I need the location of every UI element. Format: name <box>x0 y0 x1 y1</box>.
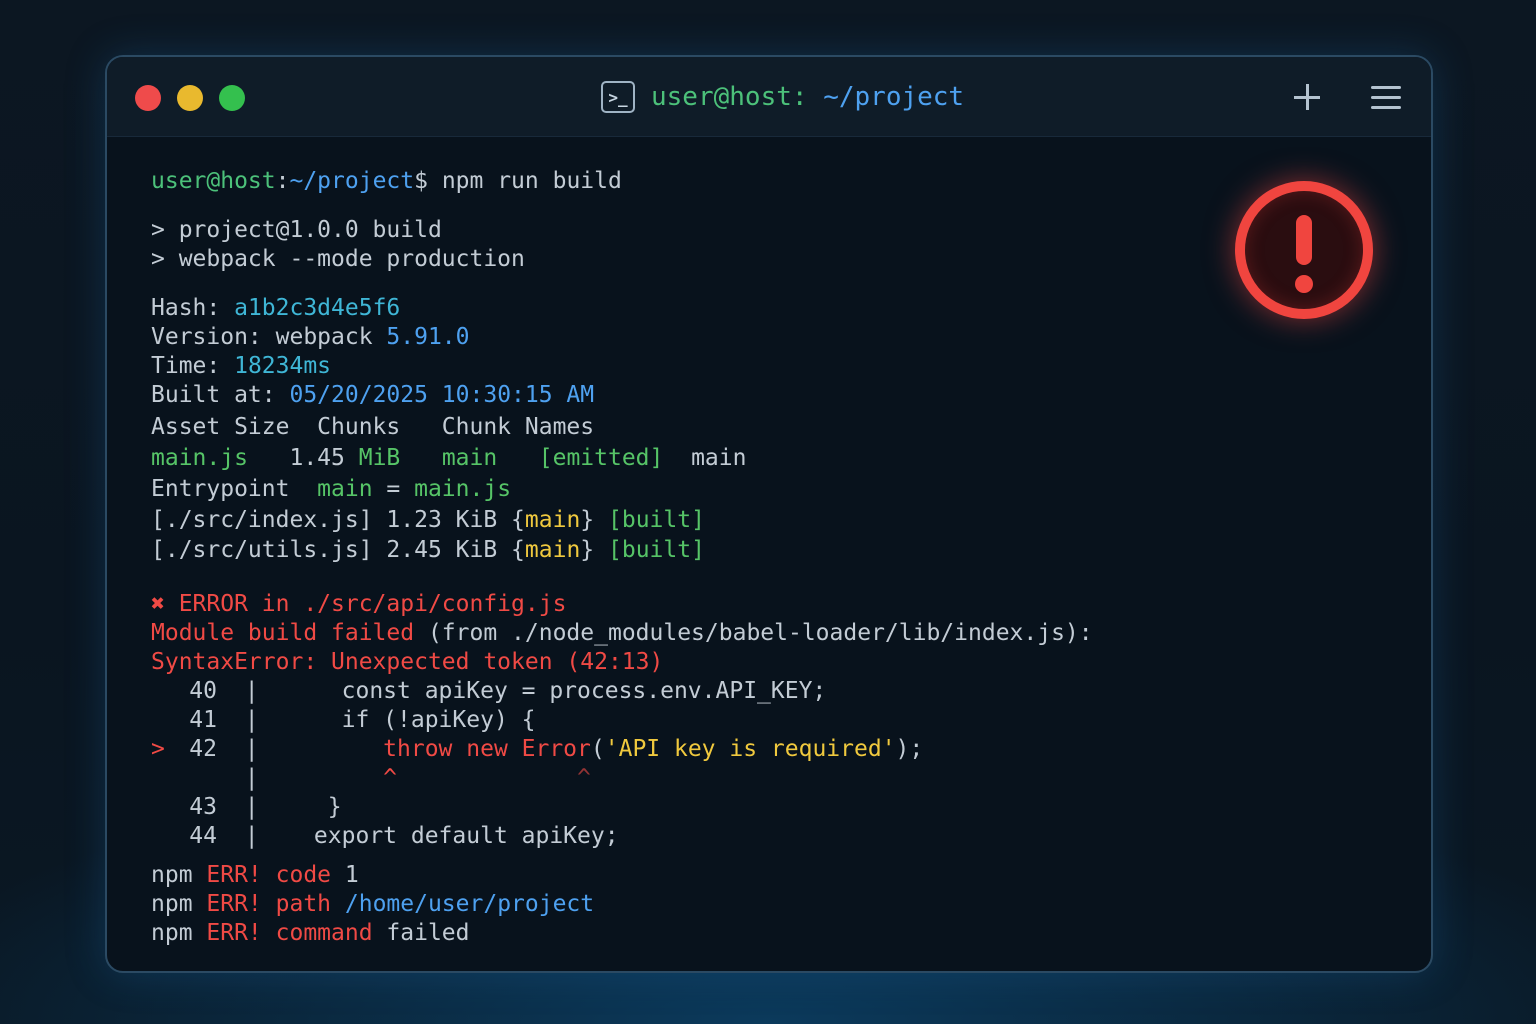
maximize-button[interactable] <box>219 85 245 111</box>
terminal-output[interactable]: user@host:~/project$ npm run build > pro… <box>151 167 1231 948</box>
module-line: [./src/index.js] 1.23 KiB {main} [built] <box>151 507 705 533</box>
title-user: user@host: <box>651 82 808 112</box>
module-line: [./src/utils.js] 2.45 KiB {main} [built] <box>151 537 705 563</box>
title-path: ~/project <box>807 82 965 112</box>
error-syntax-line: SyntaxError: Unexpected token (42:13) <box>151 649 664 675</box>
asset-row: main.js 1.45 MiB main [emitted] main <box>151 445 747 471</box>
window-title: >_ user@host: ~/project <box>601 79 964 115</box>
code-line-error: >42 | throw new Error('API key is requir… <box>151 736 924 762</box>
close-button[interactable] <box>135 85 161 111</box>
script-line: > webpack --mode production <box>151 246 525 272</box>
npm-err-line: npm ERR! command failed <box>151 920 470 946</box>
version-line: Version: webpack 5.91.0 <box>151 324 470 350</box>
error-module-line: Module build failed (from ./node_modules… <box>151 620 1093 646</box>
code-line: 40 | const apiKey = process.env.API_KEY; <box>189 678 827 704</box>
time-line: Time: 18234ms <box>151 353 332 379</box>
new-tab-button[interactable] <box>1287 77 1327 117</box>
hash-line: Hash: a1b2c3d4e5f6 <box>151 295 401 321</box>
caret-line: | ^ ^ <box>217 765 591 791</box>
code-line: 41 | if (!apiKey) { <box>189 707 536 733</box>
entrypoint-line: Entrypoint main = main.js <box>151 476 512 502</box>
menu-icon <box>1371 86 1401 89</box>
terminal-icon: >_ <box>601 81 635 113</box>
error-title: ✖ ERROR in ./src/api/config.js <box>151 591 567 617</box>
menu-button[interactable] <box>1367 77 1407 117</box>
minimize-button[interactable] <box>177 85 203 111</box>
script-line: > project@1.0.0 build <box>151 217 442 243</box>
code-line: 43 | } <box>189 794 342 820</box>
alert-icon <box>1235 181 1373 319</box>
npm-err-line: npm ERR! code 1 <box>151 862 359 888</box>
prompt-line: user@host:~/project$ npm run build <box>151 168 622 194</box>
npm-err-line: npm ERR! path /home/user/project <box>151 891 595 917</box>
terminal-window: >_ user@host: ~/project user@host:~/proj… <box>105 55 1433 973</box>
code-line: 44 | export default apiKey; <box>189 823 619 849</box>
asset-header: Asset Size Chunks Chunk Names <box>151 414 595 440</box>
built-line: Built at: 05/20/2025 10:30:15 AM <box>151 382 595 408</box>
title-bar: >_ user@host: ~/project <box>107 57 1431 137</box>
